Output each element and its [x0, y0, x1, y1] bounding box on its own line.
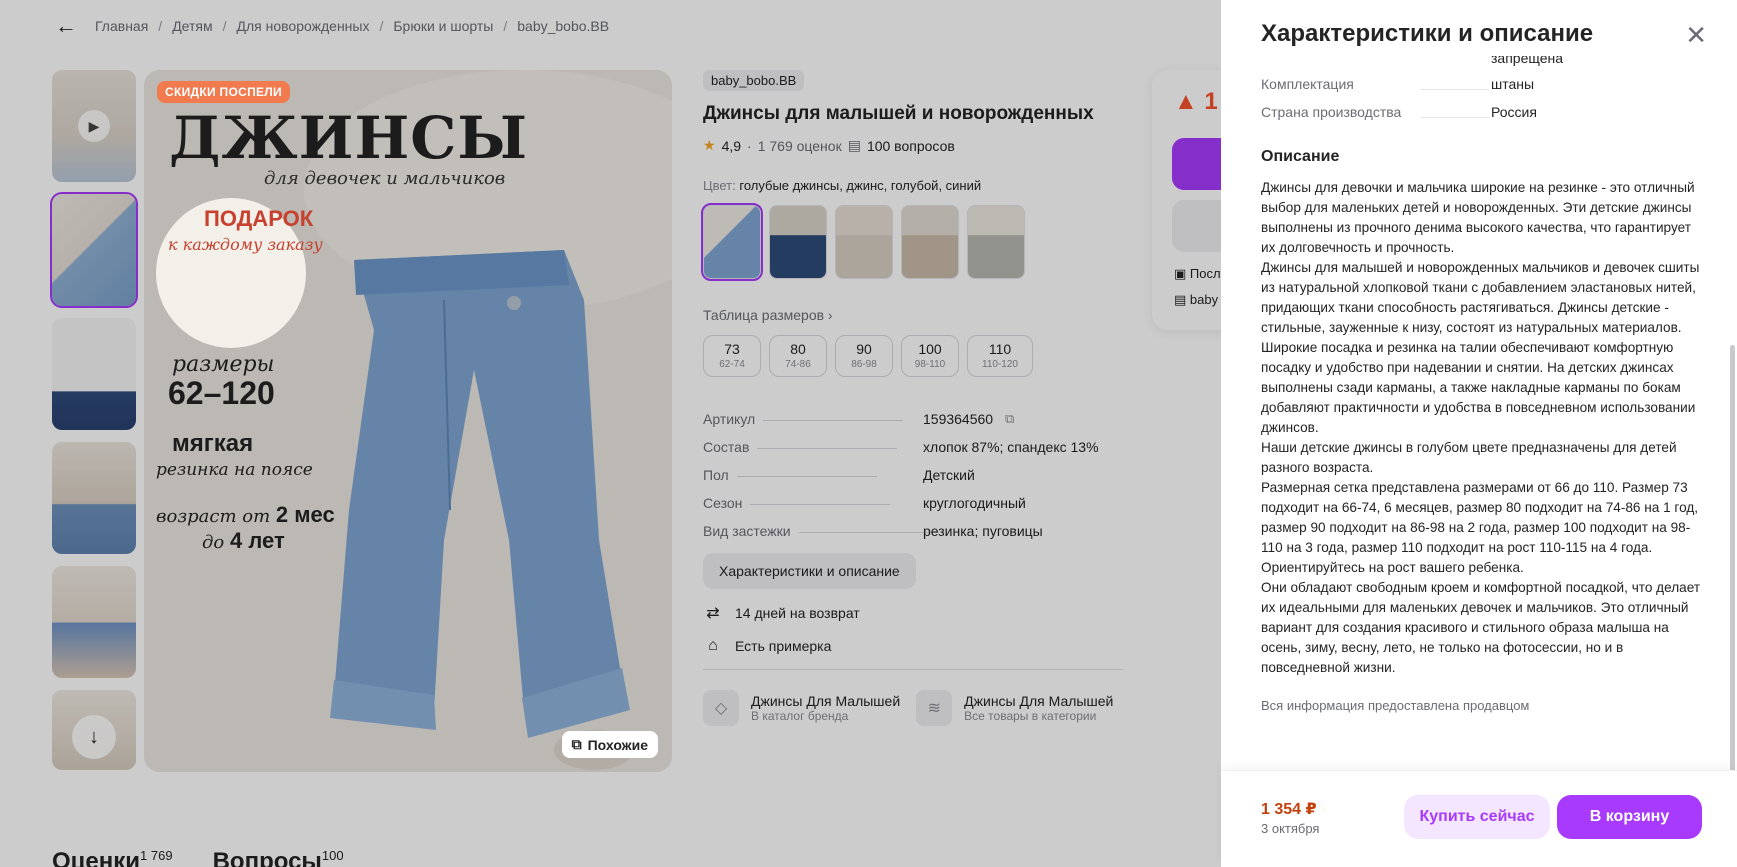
photo-age-from: 2 мес: [275, 502, 335, 527]
panel-scrollbar[interactable]: [1730, 345, 1735, 775]
similar-button[interactable]: ⧉ Похожие: [561, 731, 658, 758]
panel-spec-row: запрещена: [1491, 56, 1564, 66]
description-text: Джинсы для девочки и мальчика широкие на…: [1261, 180, 1701, 675]
photo-soft-sub: резинка на поясе: [156, 460, 313, 480]
photo-subtitle: для девочек и мальчиков: [264, 168, 506, 189]
photo-sizes-value: 62–120: [168, 375, 275, 411]
panel-spec-row: Страна производства Россия: [1261, 104, 1537, 120]
photo-soft-label: мягкая: [172, 430, 254, 457]
sale-badge: СКИДКИ ПОСПЕЛИ: [157, 81, 290, 103]
buy-now-button[interactable]: Купить сейчас: [1404, 795, 1550, 839]
close-icon[interactable]: ✕: [1685, 22, 1707, 48]
photo-title: ДЖИНСЫ: [169, 104, 529, 172]
characteristics-panel: Характеристики и описание ✕ запрещена Ко…: [1221, 0, 1737, 867]
add-to-cart-button[interactable]: В корзину: [1557, 795, 1702, 839]
panel-footer: 1 354 ₽ 3 октября Купить сейчас В корзин…: [1221, 770, 1737, 867]
search-similar-icon: ⧉: [571, 736, 582, 752]
similar-label: Похожие: [587, 736, 648, 753]
photo-age: возраст от 2 мес до 4 лет: [156, 502, 335, 554]
panel-spec-row: Комплектация штаны: [1261, 76, 1535, 92]
photo-age-to: 4 лет: [229, 528, 285, 553]
photo-sizes-label: размеры: [172, 352, 275, 377]
gift-title: ПОДАРОК: [204, 206, 314, 231]
photo-age-prefix: возраст от: [156, 506, 271, 527]
gift-subtitle: к каждому заказу: [168, 235, 323, 254]
delivery-date: 3 октября: [1261, 821, 1320, 836]
panel-body: запрещена Комплектация штаны Страна произ…: [1261, 56, 1701, 768]
photo-age-to-prefix: до: [202, 532, 225, 553]
seller-info-note: Вся информация предоставлена продавцом: [1261, 698, 1530, 713]
footer-price: 1 354 ₽: [1261, 801, 1317, 818]
description-title: Описание: [1261, 148, 1340, 165]
panel-title: Характеристики и описание: [1261, 20, 1594, 47]
